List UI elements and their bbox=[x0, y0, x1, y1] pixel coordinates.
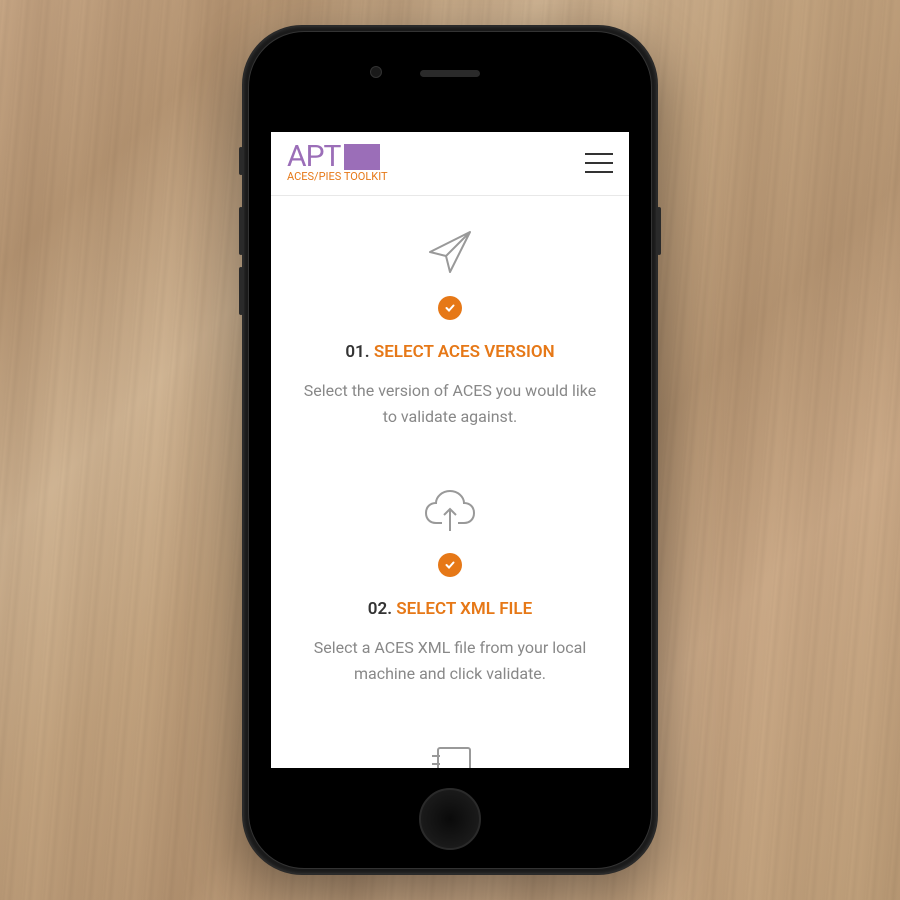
step-number: 01. bbox=[345, 342, 369, 362]
app-logo[interactable]: APT ACES/PIES TOOLKIT bbox=[287, 142, 388, 183]
volume-down-button bbox=[239, 267, 243, 315]
step-results bbox=[291, 746, 609, 768]
paper-plane-icon bbox=[291, 226, 609, 278]
main-content: 01. SELECT ACES VERSION Select the versi… bbox=[271, 196, 629, 768]
logo-text: APT bbox=[287, 142, 340, 172]
step-label: SELECT ACES VERSION bbox=[374, 342, 555, 362]
notebook-icon bbox=[291, 746, 609, 768]
app-header: APT ACES/PIES TOOLKIT bbox=[271, 132, 629, 196]
step-title: 01. SELECT ACES VERSION bbox=[291, 342, 609, 362]
step-select-version: 01. SELECT ACES VERSION Select the versi… bbox=[291, 226, 609, 429]
cloud-upload-icon bbox=[291, 489, 609, 535]
phone-earpiece bbox=[420, 70, 480, 77]
step-title: 02. SELECT XML FILE bbox=[291, 599, 609, 619]
logo-subtitle: ACES/PIES TOOLKIT bbox=[287, 170, 388, 183]
step-description: Select the version of ACES you would lik… bbox=[291, 378, 609, 429]
power-button bbox=[657, 207, 661, 255]
step-number: 02. bbox=[368, 599, 392, 619]
logo-mark-icon bbox=[344, 144, 380, 170]
hamburger-menu-icon[interactable] bbox=[585, 153, 613, 173]
check-badge-icon bbox=[438, 553, 462, 577]
home-button[interactable] bbox=[419, 788, 481, 850]
silence-switch bbox=[239, 147, 243, 175]
volume-up-button bbox=[239, 207, 243, 255]
step-description: Select a ACES XML file from your local m… bbox=[291, 635, 609, 686]
phone-mockup: APT ACES/PIES TOOLKIT bbox=[242, 25, 658, 875]
app-screen: APT ACES/PIES TOOLKIT bbox=[271, 132, 629, 768]
check-badge-icon bbox=[438, 296, 462, 320]
phone-camera bbox=[370, 66, 382, 78]
step-label: SELECT XML FILE bbox=[396, 599, 532, 619]
step-select-file: 02. SELECT XML FILE Select a ACES XML fi… bbox=[291, 489, 609, 686]
